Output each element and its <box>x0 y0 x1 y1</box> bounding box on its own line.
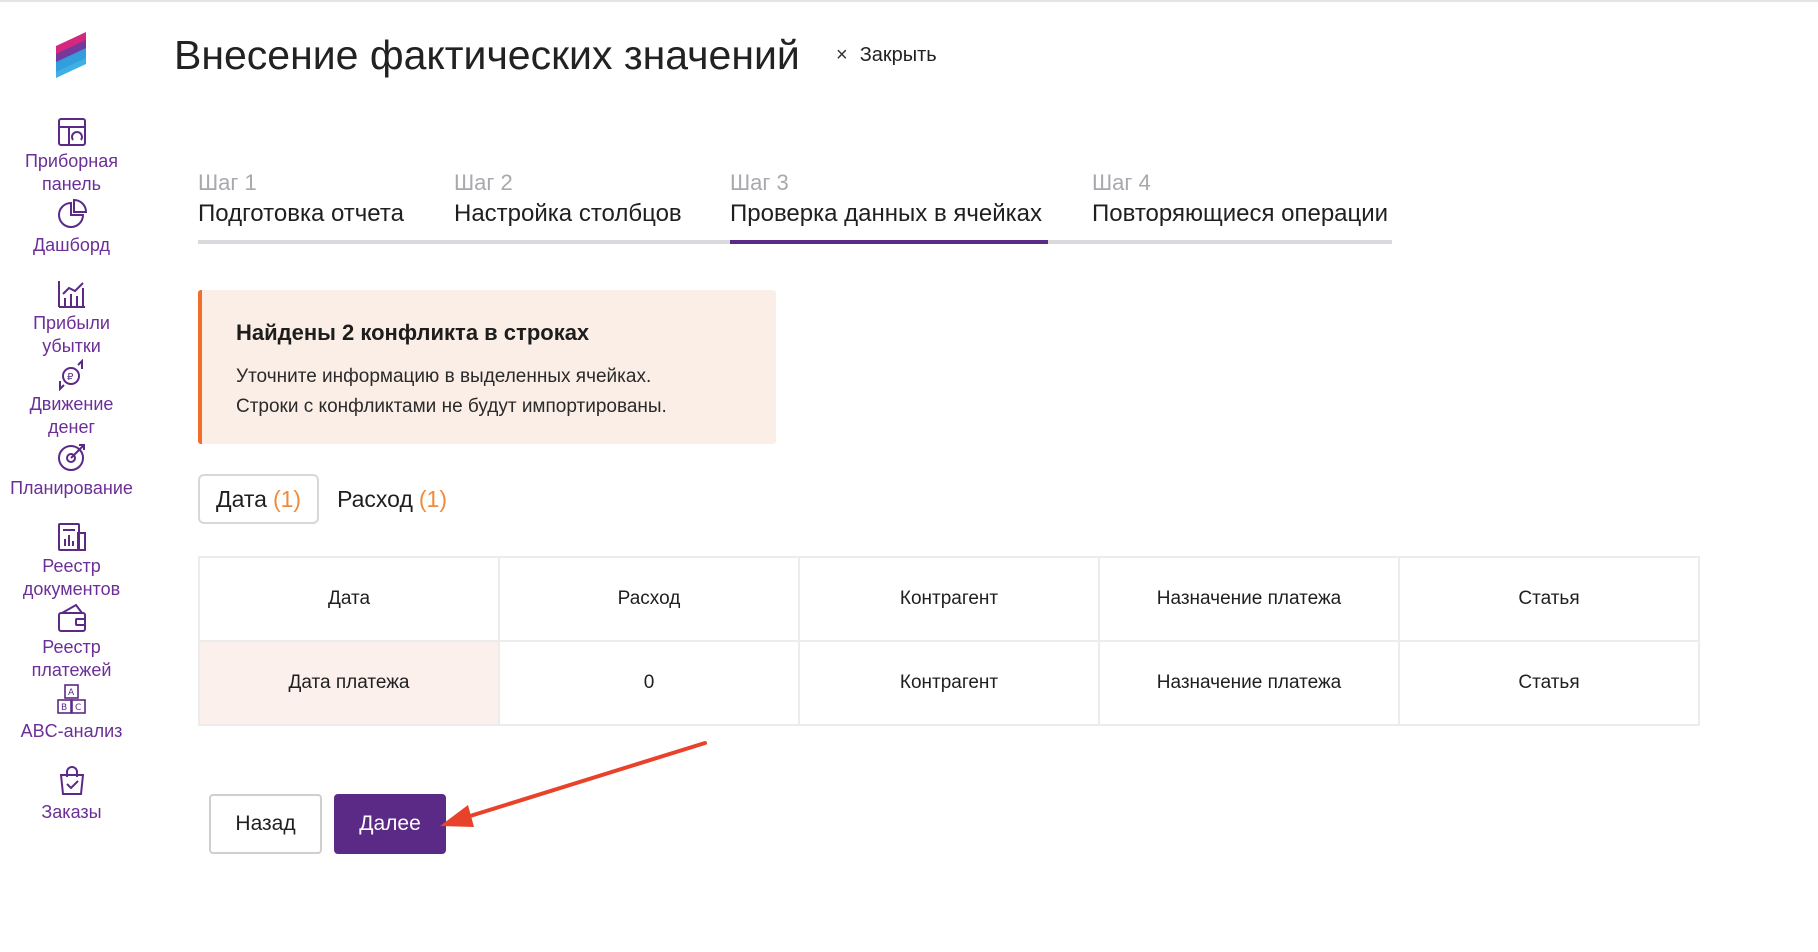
conflict-alert: Найдены 2 конфликта в строках Уточните и… <box>198 290 776 444</box>
alert-text-line-1: Уточните информацию в выделенных ячейках… <box>236 366 652 387</box>
column-header: Контрагент <box>798 556 1100 642</box>
money-flow-icon: ₽ <box>54 358 90 391</box>
sidebar-item-label: Планирование <box>10 478 133 498</box>
sidebar-item-label: Реестр платежей <box>31 637 112 680</box>
sidebar-item-label: Приборная панель <box>24 151 119 194</box>
sidebar-item-profit-loss[interactable]: Прибыли убытки <box>0 277 143 358</box>
column-header: Назначение платежа <box>1098 556 1400 642</box>
sidebar-item-dashboard-panel[interactable]: Приборная панель <box>0 115 143 196</box>
sidebar-item-planning[interactable]: Планирование <box>0 439 143 520</box>
sidebar-item-label: Движение денег <box>29 394 114 437</box>
filter-tab-date[interactable]: Дата (1) <box>198 474 320 524</box>
table-cell[interactable]: Назначение платежа <box>1098 640 1400 726</box>
app-logo[interactable] <box>50 28 92 78</box>
table-row: Дата платежа 0 Контрагент Назначение пла… <box>198 640 1700 726</box>
close-button[interactable]: × Закрыть <box>836 42 937 68</box>
filter-tab-count: (1) <box>272 485 302 512</box>
back-button[interactable]: Назад <box>209 794 322 854</box>
step-number: Шаг 4 <box>1092 170 1151 195</box>
sidebar-item-abc-analysis[interactable]: A B C ABC-анализ <box>0 682 143 763</box>
table-cell[interactable]: 0 <box>498 640 800 726</box>
sidebar-item-label: Дашборд <box>32 235 111 255</box>
svg-text:₽: ₽ <box>67 372 74 383</box>
step-4[interactable]: Шаг 4 Повторяющиеся операции <box>1092 168 1392 244</box>
close-icon: × <box>836 43 848 66</box>
dashboard-panel-icon <box>54 115 90 148</box>
table-cell[interactable]: Статья <box>1398 640 1700 726</box>
table-cell-conflict[interactable]: Дата платежа <box>198 640 500 726</box>
step-number: Шаг 2 <box>454 170 513 195</box>
sidebar-item-payments-registry[interactable]: Реестр платежей <box>0 601 143 682</box>
column-header: Статья <box>1398 556 1700 642</box>
step-3[interactable]: Шаг 3 Проверка данных в ячейках <box>730 168 1048 244</box>
step-name: Повторяющиеся операции <box>1092 200 1389 227</box>
sidebar: Приборная панель Дашборд Прибыли убытки <box>0 0 143 952</box>
column-header: Расход <box>498 556 800 642</box>
sidebar-item-dashboard[interactable]: Дашборд <box>0 196 143 277</box>
bar-chart-icon <box>54 277 90 310</box>
target-icon <box>54 439 90 475</box>
conflict-filter-tabs: Дата (1) Расход (1) <box>198 474 465 524</box>
step-name: Подготовка отчета <box>198 200 404 227</box>
sidebar-item-label: ABC-анализ <box>20 721 123 741</box>
sidebar-item-orders[interactable]: Заказы <box>0 763 143 844</box>
page-title: Внесение фактических значений <box>174 32 800 78</box>
pie-chart-icon <box>54 196 90 232</box>
annotation-arrow <box>440 741 707 827</box>
svg-text:A: A <box>68 688 75 698</box>
step-2[interactable]: Шаг 2 Настройка столбцов <box>454 168 686 244</box>
top-divider <box>0 0 1818 2</box>
data-table: Дата Расход Контрагент Назначение платеж… <box>198 556 1700 726</box>
filter-tab-expense[interactable]: Расход (1) <box>319 474 465 524</box>
svg-text:C: C <box>75 703 81 713</box>
svg-text:B: B <box>61 703 67 713</box>
sidebar-item-documents-registry[interactable]: Реестр документов <box>0 520 143 601</box>
sidebar-item-label: Реестр документов <box>22 556 121 599</box>
sidebar-item-cash-flow[interactable]: ₽ Движение денег <box>0 358 143 439</box>
sidebar-item-label: Прибыли убытки <box>33 313 110 356</box>
active-step-indicator <box>730 240 1048 244</box>
step-number: Шаг 1 <box>198 170 257 195</box>
sidebar-item-label: Заказы <box>41 802 102 822</box>
alert-heading: Найдены 2 конфликта в строках <box>236 320 590 345</box>
step-name: Настройка столбцов <box>454 200 682 227</box>
wallet-icon <box>54 601 90 634</box>
sidebar-nav: Приборная панель Дашборд Прибыли убытки <box>0 115 143 844</box>
step-name: Проверка данных в ячейках <box>730 200 1042 227</box>
shopping-bag-icon <box>54 763 90 799</box>
close-label: Закрыть <box>859 43 937 66</box>
filter-tab-label: Расход <box>337 485 413 512</box>
table-header-row: Дата Расход Контрагент Назначение платеж… <box>198 556 1700 642</box>
abc-blocks-icon: A B C <box>54 682 90 718</box>
alert-text-line-2: Строки с конфликтами не будут импортиров… <box>236 396 667 417</box>
step-number: Шаг 3 <box>730 170 789 195</box>
table-cell[interactable]: Контрагент <box>798 640 1100 726</box>
filter-tab-count: (1) <box>418 485 448 512</box>
column-header: Дата <box>198 556 500 642</box>
step-1[interactable]: Шаг 1 Подготовка отчета <box>198 168 410 244</box>
documents-icon <box>54 520 90 553</box>
filter-tab-label: Дата <box>216 485 267 512</box>
